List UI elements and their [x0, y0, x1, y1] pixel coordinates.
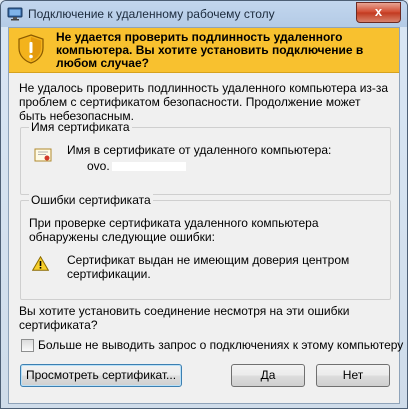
group-title-certificate-name: Имя сертификата — [29, 120, 132, 134]
title-bar[interactable]: Подключение к удаленному рабочему столу … — [1, 1, 407, 27]
connect-question: Вы хотите установить соединение несмотря… — [19, 304, 350, 332]
certificate-name-group: Имя сертификата Имя в сертификате от уда… — [20, 120, 391, 195]
remote-desktop-icon — [7, 7, 23, 21]
certificate-icon — [34, 148, 52, 162]
certificate-name-label: Имя в сертификате от удаленного компьюте… — [67, 143, 332, 157]
warning-triangle-icon — [32, 256, 49, 271]
certificate-errors-intro: При проверке сертификата удаленного комп… — [29, 216, 319, 244]
window-title: Подключение к удаленному рабочему столу — [28, 7, 275, 21]
checkbox-label[interactable]: Больше не выводить запрос о подключениях… — [38, 338, 403, 352]
certificate-errors-group: Ошибки сертификата При проверке сертифик… — [20, 193, 391, 300]
yes-button[interactable]: Да — [231, 364, 305, 387]
no-button[interactable]: Нет — [316, 364, 390, 387]
security-shield-warning-icon — [18, 34, 44, 64]
intro-text: Не удалось проверить подлинность удаленн… — [19, 81, 389, 123]
view-certificate-button[interactable]: Просмотреть сертификат... — [20, 364, 182, 387]
certificate-error-text: Сертификат выдан не имеющим доверия цент… — [67, 253, 350, 281]
dialog-body: Не удается проверить подлинность удаленн… — [8, 27, 403, 404]
warning-banner: Не удается проверить подлинность удаленн… — [9, 28, 399, 73]
close-button[interactable]: x — [356, 2, 401, 23]
checkbox-box[interactable] — [21, 339, 34, 352]
certificate-name-value: ovo. — [87, 159, 186, 173]
banner-heading: Не удается проверить подлинность удаленн… — [56, 30, 364, 70]
group-title-certificate-errors: Ошибки сертификата — [29, 193, 153, 207]
dialog-window: Подключение к удаленному рабочему столу … — [0, 0, 408, 409]
